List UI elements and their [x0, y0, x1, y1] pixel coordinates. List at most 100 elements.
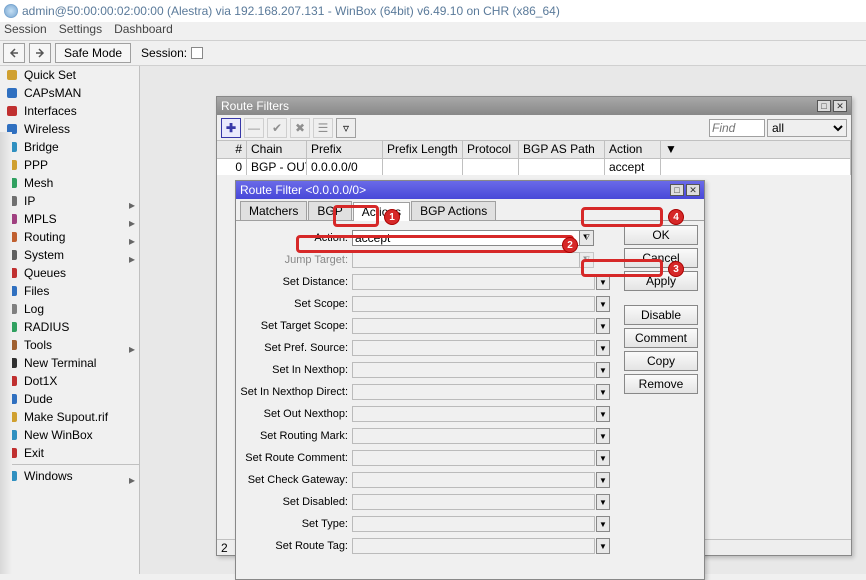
- sidebar-item-label: Dude: [24, 392, 53, 406]
- filter-select[interactable]: all: [767, 119, 847, 137]
- col-plen[interactable]: Prefix Length: [383, 141, 463, 158]
- sidebar-item-interfaces[interactable]: Interfaces: [0, 102, 139, 120]
- sidebar-item-dot1x[interactable]: Dot1X: [0, 372, 139, 390]
- sidebar-item-label: IP: [24, 194, 35, 208]
- main-toolbar: Safe Mode Session:: [0, 40, 866, 66]
- sidebar-item-wireless[interactable]: Wireless: [0, 120, 139, 138]
- badge-4: 4: [668, 209, 684, 225]
- sidebar-item-dude[interactable]: Dude: [0, 390, 139, 408]
- sidebar-item-label: Dot1X: [24, 374, 57, 388]
- sidebar-item-queues[interactable]: Queues: [0, 264, 139, 282]
- sidebar-item-label: Make Supout.rif: [24, 410, 108, 424]
- dialog-title: Route Filter <0.0.0.0/0>: [240, 183, 366, 197]
- badge-2: 2: [562, 237, 578, 253]
- sidebar-item-make-supout-rif[interactable]: Make Supout.rif: [0, 408, 139, 426]
- sidebar-item-label: Wireless: [24, 122, 70, 136]
- chevron-right-icon: ▸: [129, 198, 135, 204]
- enable-icon: ✔: [267, 118, 287, 138]
- col-bgp[interactable]: BGP AS Path: [519, 141, 605, 158]
- redo-button[interactable]: [29, 43, 51, 63]
- route-filter-dialog: Route Filter <0.0.0.0/0> □ ✕ Matchers BG…: [235, 180, 705, 580]
- add-button[interactable]: ✚: [221, 118, 241, 138]
- sidebar-item-label: Windows: [24, 469, 73, 483]
- sidebar-item-ip[interactable]: IP ▸: [0, 192, 139, 210]
- sidebar-item-label: New WinBox: [24, 428, 93, 442]
- sidebar-item-label: Exit: [24, 446, 44, 460]
- remove-button: —: [244, 118, 264, 138]
- sidebar-item-bridge[interactable]: Bridge: [0, 138, 139, 156]
- safe-mode-button[interactable]: Safe Mode: [55, 43, 131, 63]
- chevron-right-icon: ▸: [129, 234, 135, 240]
- badge-1: 1: [384, 209, 400, 225]
- chevron-right-icon: ▸: [129, 473, 135, 479]
- sidebar-item-exit[interactable]: Exit: [0, 444, 139, 462]
- close-icon[interactable]: ✕: [833, 100, 847, 112]
- sidebar-item-label: Tools: [24, 338, 52, 352]
- sidebar-item-capsman[interactable]: CAPsMAN: [0, 84, 139, 102]
- chevron-right-icon: ▸: [129, 342, 135, 348]
- sidebar-item-label: MPLS: [24, 212, 57, 226]
- comment-icon: ☰: [313, 118, 333, 138]
- route-filters-titlebar[interactable]: Route Filters □ ✕: [217, 97, 851, 115]
- table-row[interactable]: 0 BGP - OUT 0.0.0.0/0 accept: [217, 159, 851, 175]
- sidebar-item-tools[interactable]: Tools ▸: [0, 336, 139, 354]
- table-header: # Chain Prefix Prefix Length Protocol BG…: [217, 141, 851, 159]
- sidebar-item-label: PPP: [24, 158, 48, 172]
- sidebar-item-label: Bridge: [24, 140, 59, 154]
- col-rest[interactable]: ▼: [661, 141, 851, 158]
- sidebar-item-new-winbox[interactable]: New WinBox: [0, 426, 139, 444]
- sidebar-item-label: New Terminal: [24, 356, 96, 370]
- close-icon[interactable]: ✕: [686, 184, 700, 196]
- find-input[interactable]: [709, 119, 765, 137]
- col-action[interactable]: Action: [605, 141, 661, 158]
- sidebar-item-label: Queues: [24, 266, 66, 280]
- sidebar-item-windows[interactable]: Windows ▸: [0, 464, 139, 484]
- menu-dashboard[interactable]: Dashboard: [114, 22, 173, 40]
- sidebar-item-label: System: [24, 248, 64, 262]
- sidebar: Quick Set CAPsMAN Interfaces Wireless Bridge…: [0, 66, 140, 574]
- workspace: Route Filters □ ✕ ✚ — ✔ ✖ ☰ ▿ all #: [140, 66, 866, 574]
- menu-settings[interactable]: Settings: [59, 22, 102, 40]
- sidebar-item-label: Interfaces: [24, 104, 77, 118]
- sidebar-item-mesh[interactable]: Mesh: [0, 174, 139, 192]
- sidebar-item-label: Files: [24, 284, 49, 298]
- highlight-2: [296, 235, 574, 253]
- dialog-titlebar[interactable]: Route Filter <0.0.0.0/0> □ ✕: [236, 181, 704, 199]
- chevron-right-icon: ▸: [129, 216, 135, 222]
- window-title: admin@50:00:00:02:00:00 (Alestra) via 19…: [22, 4, 560, 18]
- sidebar-item-label: Mesh: [24, 176, 53, 190]
- sidebar-item-label: CAPsMAN: [24, 86, 81, 100]
- col-prefix[interactable]: Prefix: [307, 141, 383, 158]
- sidebar-item-files[interactable]: Files: [0, 282, 139, 300]
- sidebar-item-mpls[interactable]: MPLS ▸: [0, 210, 139, 228]
- sidebar-item-new-terminal[interactable]: New Terminal: [0, 354, 139, 372]
- maximize-icon[interactable]: □: [670, 184, 684, 196]
- highlight-3: [581, 259, 663, 277]
- session-checkbox[interactable]: [191, 47, 203, 59]
- sidebar-item-label: Routing: [24, 230, 65, 244]
- chevron-right-icon: ▸: [129, 252, 135, 258]
- titlebar: admin@50:00:00:02:00:00 (Alestra) via 19…: [0, 0, 866, 22]
- disable-icon: ✖: [290, 118, 310, 138]
- winbox-logo-icon: [4, 4, 18, 18]
- badge-3: 3: [668, 261, 684, 277]
- if-icon: [4, 103, 20, 119]
- col-num[interactable]: #: [217, 141, 247, 158]
- filter-icon[interactable]: ▿: [336, 118, 356, 138]
- sidebar-item-label: Quick Set: [24, 68, 76, 82]
- sidebar-item-ppp[interactable]: PPP: [0, 156, 139, 174]
- sidebar-item-system[interactable]: System ▸: [0, 246, 139, 264]
- sidebar-item-log[interactable]: Log: [0, 300, 139, 318]
- wand-icon: [4, 67, 20, 83]
- sidebar-item-radius[interactable]: RADIUS: [0, 318, 139, 336]
- sidebar-item-routing[interactable]: Routing ▸: [0, 228, 139, 246]
- undo-button[interactable]: [3, 43, 25, 63]
- route-filters-title: Route Filters: [221, 99, 289, 113]
- collapse-handle[interactable]: [0, 132, 12, 574]
- col-proto[interactable]: Protocol: [463, 141, 519, 158]
- route-filters-toolbar: ✚ — ✔ ✖ ☰ ▿ all: [217, 115, 851, 141]
- menu-session[interactable]: Session: [4, 22, 47, 40]
- col-chain[interactable]: Chain: [247, 141, 307, 158]
- sidebar-item-quick-set[interactable]: Quick Set: [0, 66, 139, 84]
- maximize-icon[interactable]: □: [817, 100, 831, 112]
